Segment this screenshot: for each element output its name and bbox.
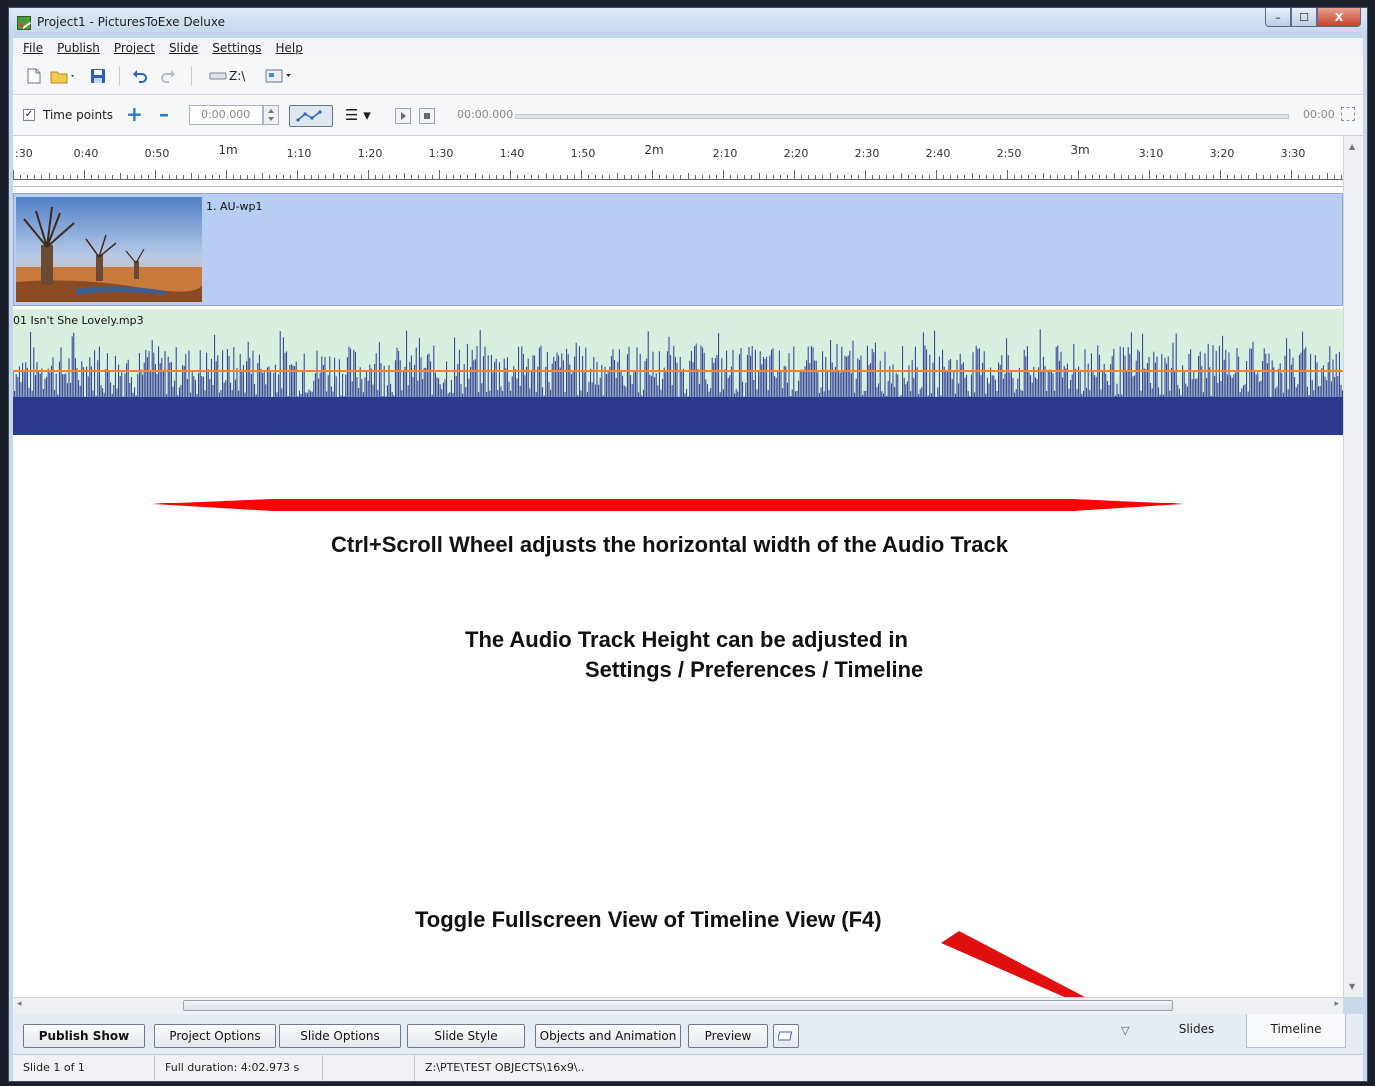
publish-show-button[interactable]: Publish Show xyxy=(23,1024,145,1048)
fullscreen-icon[interactable] xyxy=(1341,107,1355,121)
audio-filename: 01 Isn't She Lovely.mp3 xyxy=(13,314,144,327)
add-timepoint-icon[interactable]: + xyxy=(126,104,143,124)
menu-project[interactable]: Project xyxy=(114,41,155,55)
annotation-layer xyxy=(153,499,1183,997)
play-button[interactable] xyxy=(395,108,411,124)
ruler-label: 1:50 xyxy=(570,147,596,160)
ruler-label: 3:30 xyxy=(1280,147,1306,160)
app-icon xyxy=(17,16,31,30)
ruler-label: 3:20 xyxy=(1209,147,1235,160)
ruler-label: 3m xyxy=(1070,143,1090,157)
height-hint-line2: Settings / Preferences / Timeline xyxy=(585,657,924,682)
ruler-label: 1:30 xyxy=(428,147,454,160)
close-button[interactable]: X xyxy=(1317,8,1361,27)
app-window: Project1 - PicturesToExe Deluxe – ☐ X Fi… xyxy=(8,7,1368,1082)
stop-button[interactable] xyxy=(419,108,435,124)
playback-slider[interactable] xyxy=(515,114,1289,119)
slide-options-button[interactable]: Slide Options xyxy=(279,1024,401,1048)
toggle-hint-text: Toggle Fullscreen View of Timeline View … xyxy=(415,907,882,932)
view-icon[interactable] xyxy=(265,67,299,85)
toggle-fullscreen-icon[interactable]: ▽ xyxy=(1121,1024,1129,1037)
timeline-ruler[interactable]: :30 0:40 0:50 1m 1:10 1:20 1:30 1:40 1:50 2m 2:10 2… xyxy=(13,136,1343,187)
curve-icon xyxy=(296,110,322,122)
horizontal-scrollbar[interactable]: ◂ ▸ xyxy=(13,997,1343,1014)
undo-icon[interactable] xyxy=(131,67,149,85)
menu-file[interactable]: File xyxy=(23,41,43,55)
ruler-label: 0:40 xyxy=(73,147,99,160)
redo-icon[interactable] xyxy=(159,67,177,85)
window-title: Project1 - PicturesToExe Deluxe xyxy=(37,15,225,29)
timepoints-checkbox[interactable]: ✓ xyxy=(23,109,35,121)
objects-animation-button[interactable]: Objects and Animation xyxy=(535,1024,681,1048)
playback-end-time: 00:00 xyxy=(1303,108,1335,121)
window-icon xyxy=(777,1031,793,1041)
scroll-right-icon[interactable]: ▸ xyxy=(1334,999,1339,1009)
scroll-up-icon[interactable]: ▲ xyxy=(1349,142,1355,151)
ruler-label: :30 xyxy=(15,147,33,160)
menu-settings[interactable]: Settings xyxy=(212,41,261,55)
width-hint-text: Ctrl+Scroll Wheel adjusts the horizontal… xyxy=(331,532,1008,557)
maximize-button[interactable]: ☐ xyxy=(1291,8,1317,27)
toggle-arrow xyxy=(941,931,1085,997)
ruler-label: 2:10 xyxy=(712,147,738,160)
save-icon[interactable] xyxy=(89,67,107,85)
ruler-label: 2:50 xyxy=(996,147,1022,160)
ruler-label: 2:40 xyxy=(925,147,951,160)
height-hint-line1: The Audio Track Height can be adjusted i… xyxy=(465,627,908,652)
slide-style-button[interactable]: Slide Style xyxy=(407,1024,525,1048)
tab-timeline[interactable]: Timeline xyxy=(1246,1014,1346,1048)
remove-timepoint-icon[interactable]: – xyxy=(156,104,172,124)
status-duration: Full duration: 4:02.973 s xyxy=(155,1055,323,1081)
scroll-left-icon[interactable]: ◂ xyxy=(17,999,22,1009)
status-bar: Slide 1 of 1 Full duration: 4:02.973 s Z… xyxy=(13,1054,1363,1081)
playback-time: 00:00.000 xyxy=(457,108,514,121)
time-spinner[interactable] xyxy=(263,105,279,125)
vertical-scrollbar[interactable]: ▲ ▼ xyxy=(1343,136,1363,997)
status-path: Z:\PTE\TEST OBJECTS\16x9\.. xyxy=(425,1061,585,1074)
timeline-canvas[interactable]: 1. AU-wp1 01 Isn't She Lovely.mp3 Ctrl+S… xyxy=(13,187,1343,997)
timeline-toolbar: ✓ Time points + – 0:00.000 ☰ ▾ 00:00.000… xyxy=(13,95,1363,136)
menu-help[interactable]: Help xyxy=(275,41,302,55)
preview-button[interactable]: Preview xyxy=(688,1024,768,1048)
ruler-label: 1:40 xyxy=(499,147,525,160)
main-toolbar: Z:\ xyxy=(13,58,1363,95)
ruler-label: 1:10 xyxy=(286,147,312,160)
tab-slides[interactable]: Slides xyxy=(1148,1014,1245,1048)
ruler-label: 1m xyxy=(218,143,238,157)
ruler-label: 2:20 xyxy=(783,147,809,160)
title-bar[interactable]: Project1 - PicturesToExe Deluxe – ☐ X xyxy=(9,8,1367,38)
menu-publish[interactable]: Publish xyxy=(57,41,100,55)
scroll-down-icon[interactable]: ▼ xyxy=(1349,982,1355,991)
time-value-input[interactable]: 0:00.000 xyxy=(189,105,263,125)
width-arrow-body xyxy=(153,499,1183,511)
ruler-label: 2m xyxy=(644,143,664,157)
drive-icon[interactable]: Z:\ xyxy=(209,67,251,85)
status-slide-count: Slide 1 of 1 xyxy=(13,1055,155,1081)
bottom-bar: Publish Show Project Options Slide Optio… xyxy=(13,1014,1363,1054)
ruler-label: 1:20 xyxy=(357,147,383,160)
list-menu-icon[interactable]: ☰ ▾ xyxy=(345,107,371,123)
project-options-button[interactable]: Project Options xyxy=(154,1024,276,1048)
status-empty xyxy=(323,1055,415,1081)
timepoints-label: Time points xyxy=(43,108,114,122)
open-folder-icon[interactable] xyxy=(49,67,77,85)
new-file-icon[interactable] xyxy=(25,67,43,85)
menu-bar: File Publish Project Slide Settings Help xyxy=(13,38,1363,58)
ruler-label: 3:10 xyxy=(1138,147,1164,160)
ruler-label: 2:30 xyxy=(854,147,880,160)
ruler-label: 0:50 xyxy=(144,147,170,160)
drive-label: Z:\ xyxy=(229,69,246,83)
menu-slide[interactable]: Slide xyxy=(169,41,198,55)
mini-view-button[interactable] xyxy=(773,1024,799,1048)
curve-toggle-button[interactable] xyxy=(289,105,333,127)
minimize-button[interactable]: – xyxy=(1265,8,1291,27)
horizontal-scroll-thumb[interactable] xyxy=(183,1000,1173,1011)
